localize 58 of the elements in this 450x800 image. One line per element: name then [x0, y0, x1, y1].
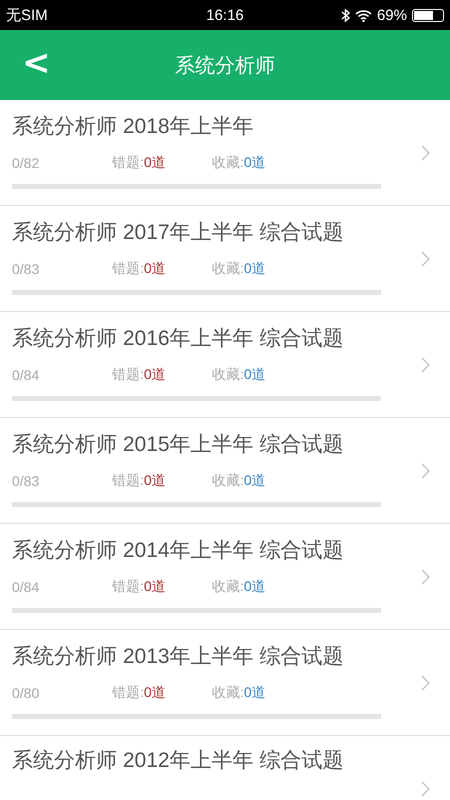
favorite-count: 0道: [244, 578, 266, 596]
paper-item[interactable]: 系统分析师 2012年上半年 综合试题: [0, 736, 450, 800]
paper-title: 系统分析师 2017年上半年 综合试题: [12, 220, 344, 246]
wifi-icon: [354, 8, 372, 22]
paper-title: 系统分析师 2014年上半年 综合试题: [12, 538, 344, 564]
chevron-icon: [421, 568, 430, 584]
chevron-icon: [421, 674, 430, 690]
wrong-count: 0道: [144, 578, 166, 596]
chevron-icon: [421, 356, 430, 372]
chevron-icon: [421, 462, 430, 478]
battery-icon: [412, 8, 444, 22]
paper-title: 系统分析师 2015年上半年 综合试题: [12, 432, 344, 458]
chevron-icon: [421, 780, 430, 796]
wrong-label: 错题:: [112, 366, 144, 384]
battery-text: 69%: [376, 6, 407, 24]
chevron-icon: [421, 250, 430, 266]
wrong-label: 错题:: [112, 684, 144, 702]
progress-count: 0/80: [12, 685, 40, 701]
paper-item[interactable]: 系统分析师 2014年上半年 综合试题 0/84 错题:0道 收藏:0道: [0, 524, 450, 630]
wrong-count: 0道: [144, 260, 166, 278]
wrong-count: 0道: [144, 684, 166, 702]
carrier-text: 无SIM: [6, 6, 48, 24]
wrong-label: 错题:: [112, 578, 144, 596]
page-title: 系统分析师: [175, 54, 275, 78]
favorite-count: 0道: [244, 154, 266, 172]
favorite-label: 收藏:: [212, 578, 244, 596]
paper-title: 系统分析师 2016年上半年 综合试题: [12, 326, 344, 352]
wrong-label: 错题:: [112, 260, 144, 278]
progress-count: 0/82: [12, 155, 40, 171]
paper-item[interactable]: 系统分析师 2018年上半年 0/82 错题:0道 收藏:0道: [0, 100, 450, 206]
progress-count: 0/84: [12, 367, 40, 383]
favorite-label: 收藏:: [212, 684, 244, 702]
paper-item[interactable]: 系统分析师 2015年上半年 综合试题 0/83 错题:0道 收藏:0道: [0, 418, 450, 524]
paper-title: 系统分析师 2012年上半年 综合试题: [12, 748, 344, 774]
favorite-count: 0道: [244, 260, 266, 278]
paper-title: 系统分析师 2013年上半年 综合试题: [12, 644, 344, 670]
favorite-label: 收藏:: [212, 154, 244, 172]
favorite-count: 0道: [244, 684, 266, 702]
progress-count: 0/83: [12, 261, 40, 277]
wrong-label: 错题:: [112, 154, 144, 172]
favorite-count: 0道: [244, 366, 266, 384]
wrong-label: 错题:: [112, 472, 144, 490]
progress-count: 0/83: [12, 473, 40, 489]
time-text: 16:16: [206, 6, 244, 24]
wrong-count: 0道: [144, 154, 166, 172]
chevron-icon: [421, 144, 430, 160]
favorite-label: 收藏:: [212, 260, 244, 278]
paper-item[interactable]: 系统分析师 2013年上半年 综合试题 0/80 错题:0道 收藏:0道: [0, 630, 450, 736]
favorite-count: 0道: [244, 472, 266, 490]
wrong-count: 0道: [144, 366, 166, 384]
wrong-count: 0道: [144, 472, 166, 490]
paper-title: 系统分析师 2018年上半年: [12, 114, 254, 140]
paper-item[interactable]: 系统分析师 2016年上半年 综合试题 0/84 错题:0道 收藏:0道: [0, 312, 450, 418]
favorite-label: 收藏:: [212, 472, 244, 490]
progress-count: 0/84: [12, 579, 40, 595]
paper-item[interactable]: 系统分析师 2017年上半年 综合试题 0/83 错题:0道 收藏:0道: [0, 206, 450, 312]
bluetooth-icon: [340, 8, 350, 22]
favorite-label: 收藏:: [212, 366, 244, 384]
